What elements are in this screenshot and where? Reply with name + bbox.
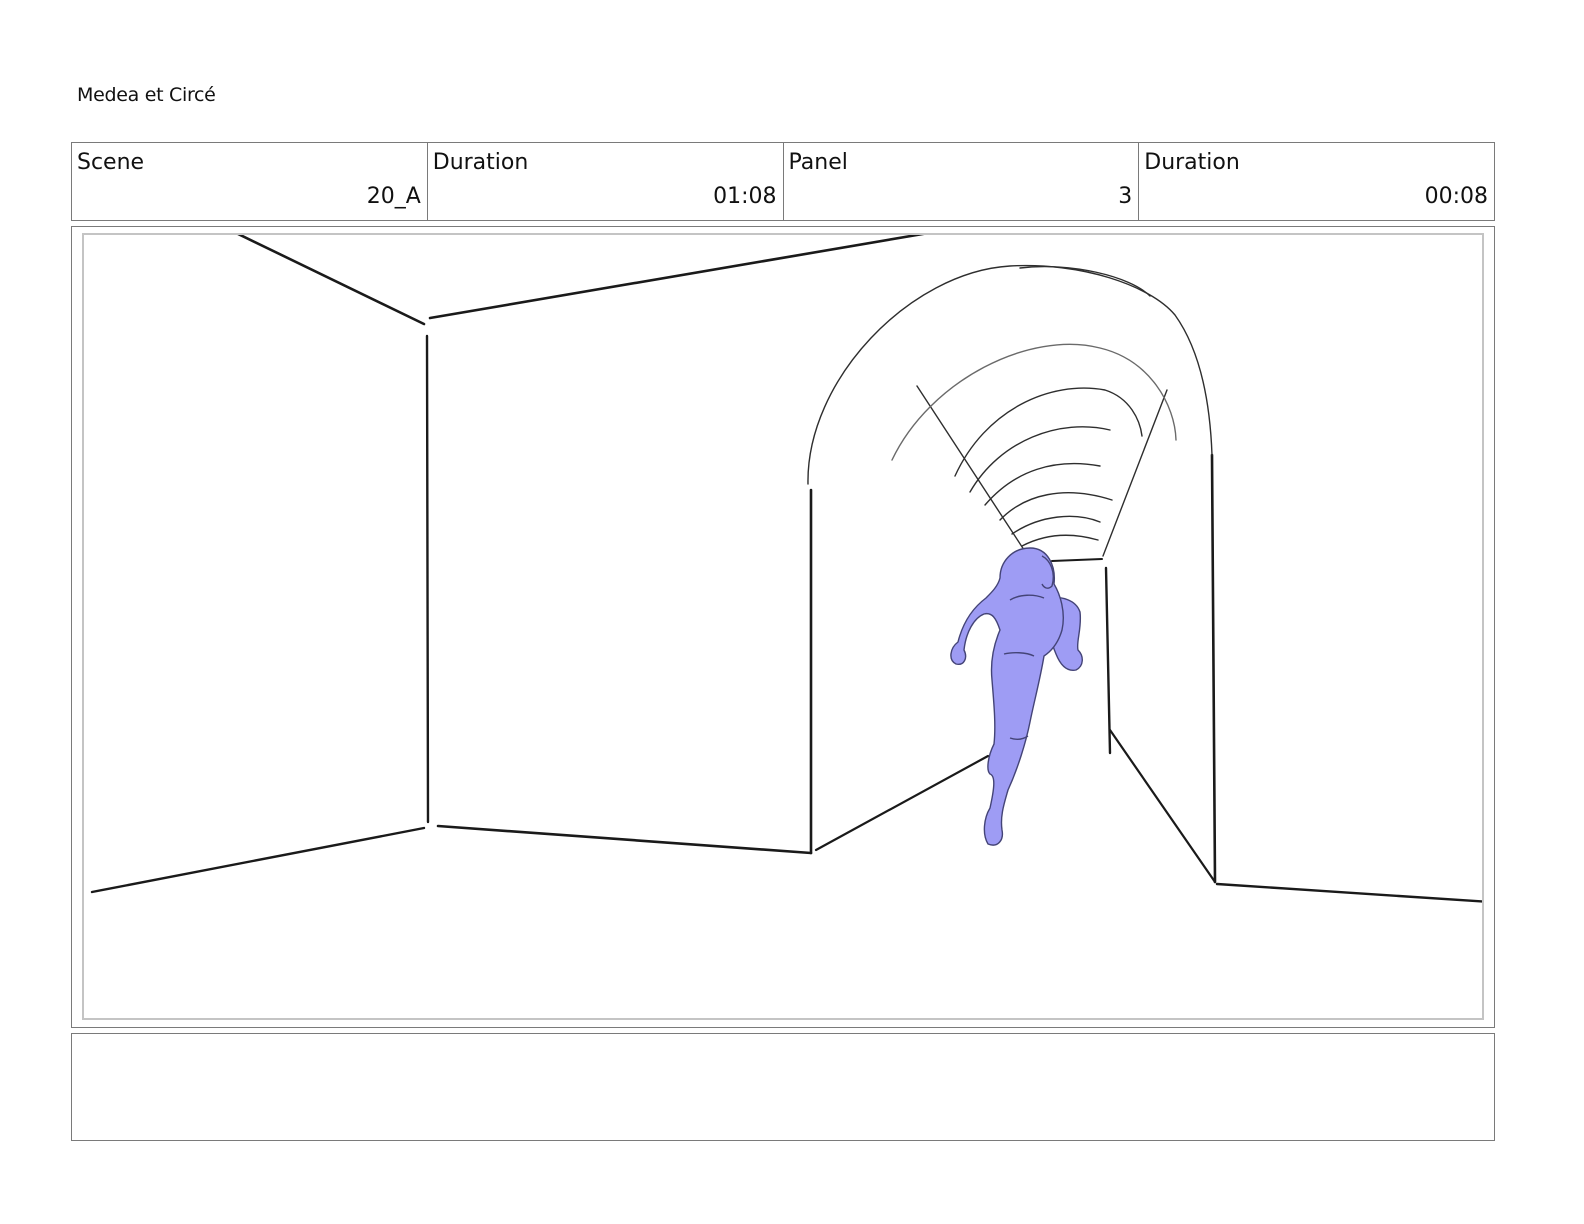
scene-duration-cell: Duration 01:08 <box>428 143 784 220</box>
tunnel-arch-1 <box>891 343 1177 461</box>
panel-label: Panel <box>788 150 848 175</box>
scene-label: Scene <box>77 150 145 175</box>
floor-edge-right <box>1215 882 1482 903</box>
scene-cell: Scene 20_A <box>72 143 428 220</box>
tunnel-arch-6 <box>1011 515 1101 535</box>
storyboard-panel-image <box>82 233 1484 1020</box>
tunnel-arch-5 <box>999 492 1113 521</box>
tunnel-inner-wall-right <box>1104 566 1112 755</box>
floor-edge-left <box>90 826 426 894</box>
panel-notes-box <box>71 1033 1495 1141</box>
scene-duration-label: Duration <box>432 150 529 175</box>
panel-duration-value: 00:08 <box>1424 184 1488 209</box>
arch-outer <box>807 264 1213 485</box>
ceiling-edge-left <box>237 235 426 326</box>
tunnel-ray-left <box>916 385 1029 557</box>
document-title: Medea et Circé <box>77 84 216 106</box>
scene-value: 20_A <box>366 184 421 209</box>
panel-value: 3 <box>1118 184 1133 209</box>
tunnel-arch-3 <box>969 426 1111 493</box>
ceiling-edge-right <box>428 235 925 320</box>
scene-info-table: Scene 20_A Duration 01:08 Panel 3 Durati… <box>71 142 1495 221</box>
floor-edge-mid <box>436 824 813 855</box>
tunnel-floor-left <box>814 754 990 852</box>
wall-corner-left <box>425 334 430 824</box>
figure-body <box>950 547 1064 846</box>
tunnel-end-top <box>1051 558 1103 562</box>
tunnel-pillar-right <box>1210 453 1217 884</box>
tunnel-arch-4 <box>984 462 1101 506</box>
tunnel-floor-right <box>1108 728 1217 884</box>
tunnel-arch-7 <box>1021 534 1099 547</box>
panel-duration-label: Duration <box>1144 150 1240 175</box>
storyboard-sketch <box>90 235 1482 903</box>
scene-duration-value: 01:08 <box>713 184 777 209</box>
panel-duration-cell: Duration 00:08 <box>1139 143 1494 220</box>
panel-cell: Panel 3 <box>784 143 1140 220</box>
running-figure <box>950 547 1083 846</box>
